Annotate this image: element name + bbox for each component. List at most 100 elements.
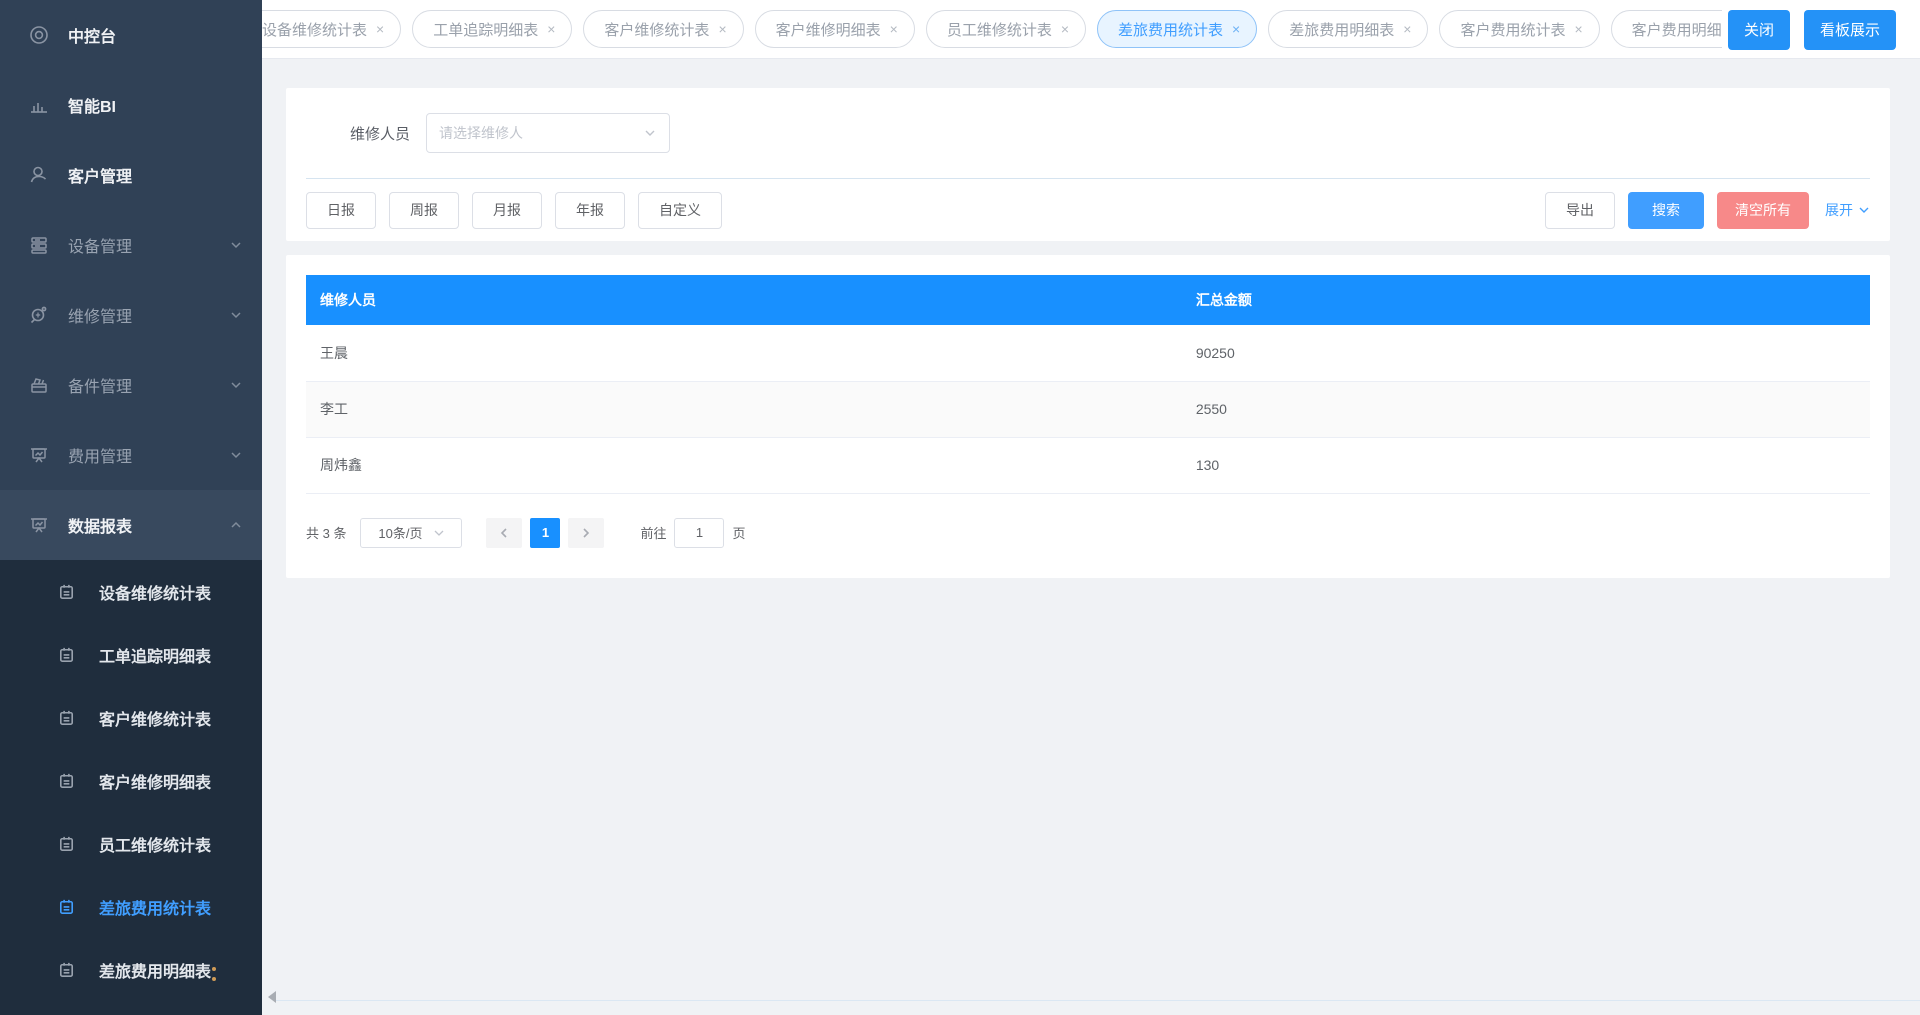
report-notebook-icon [57,582,77,602]
close-icon[interactable]: × [1232,22,1240,36]
sidebar-subitem-workorder-detail[interactable]: 工单追踪明细表 [0,623,262,686]
cell-repair-person: 周炜鑫 [306,437,1182,493]
sidebar-submenu-reports: 设备维修统计表 工单追踪明细表 客户维修统计表 客户维修明细表 员工维修统计表 [0,560,262,1015]
sidebar-item-label: 中控台 [68,23,242,47]
repair-person-label: 维修人员 [306,123,426,144]
report-notebook-icon [57,645,77,665]
custom-report-button[interactable]: 自定义 [638,192,722,229]
console-icon [28,24,50,46]
report-period-row: 日报 周报 月报 年报 自定义 导出 搜索 清空所有 展开 [306,179,1870,241]
sidebar-item-label: 维修管理 [68,303,230,327]
next-page-button[interactable] [568,518,604,548]
close-all-tabs-button[interactable]: 关闭 [1728,10,1790,50]
prev-page-button[interactable] [486,518,522,548]
scrollbar-track [276,1000,1920,1001]
horizontal-scrollbar[interactable] [262,991,1920,1001]
total-count-label: 共 3 条 [306,523,346,542]
daily-report-button[interactable]: 日报 [306,192,376,229]
chevron-down-icon [643,126,657,140]
export-button[interactable]: 导出 [1545,192,1615,229]
expand-label: 展开 [1825,200,1853,220]
sidebar-item-console[interactable]: 中控台 [0,0,262,70]
sidebar-subitem-employee-repair-stats[interactable]: 员工维修统计表 [0,812,262,875]
sidebar-item-customers[interactable]: 客户管理 [0,140,262,210]
search-button[interactable]: 搜索 [1628,192,1704,229]
tab-label: 设备维修统计表 [262,19,367,40]
tab-customer-repair-detail[interactable]: 客户维修明细表 × [755,10,915,48]
server-icon [28,234,50,256]
close-icon[interactable]: × [718,22,726,36]
chart-board-icon [28,514,50,536]
table-row: 王晨 90250 [306,325,1870,381]
cell-total-amount: 90250 [1182,325,1870,381]
tab-label: 员工维修统计表 [947,19,1052,40]
sidebar-item-bi[interactable]: 智能BI [0,70,262,140]
sidebar-item-devices[interactable]: 设备管理 [0,210,262,280]
expand-link[interactable]: 展开 [1825,200,1870,220]
close-icon[interactable]: × [547,22,555,36]
sidebar-item-label: 设备管理 [68,233,230,257]
tab-label: 工单追踪明细表 [433,19,538,40]
close-icon[interactable]: × [1403,22,1411,36]
tab-device-repair-stats[interactable]: 设备维修统计表 × [262,10,401,48]
sidebar-item-expenses[interactable]: 费用管理 [0,420,262,490]
table-header-row: 维修人员 汇总金额 [306,275,1870,325]
cell-total-amount: 2550 [1182,381,1870,437]
report-notebook-icon [57,834,77,854]
tab-label: 客户维修明细表 [776,19,881,40]
clear-all-button[interactable]: 清空所有 [1717,192,1809,229]
sidebar-subitem-travel-expense-stats[interactable]: 差旅费用统计表 [0,875,262,938]
sidebar-item-label: 费用管理 [68,443,230,467]
sidebar-subitem-travel-expense-detail[interactable]: 差旅费用明细表 [0,938,262,1001]
sidebar: 中控台 智能BI 客户管理 设备管理 维修管理 备件 [0,0,262,1015]
repair-person-select[interactable]: 请选择维修人 [426,113,670,153]
chevron-down-icon [230,239,242,251]
sidebar-subitem-label: 设备维修统计表 [99,580,211,604]
chevron-down-icon [230,309,242,321]
sidebar-item-reports[interactable]: 数据报表 [0,490,262,560]
sidebar-subitem-device-repair-stats[interactable]: 设备维修统计表 [0,560,262,623]
yearly-report-button[interactable]: 年报 [555,192,625,229]
report-notebook-icon [57,897,77,917]
column-header-repair-person: 维修人员 [306,275,1182,325]
toolbox-icon [28,374,50,396]
cell-repair-person: 李工 [306,381,1182,437]
sidebar-subitem-customer-repair-detail[interactable]: 客户维修明细表 [0,749,262,812]
page-size-select[interactable]: 10条/页 [360,518,462,548]
tab-employee-repair-stats[interactable]: 员工维修统计表 × [926,10,1086,48]
close-icon[interactable]: × [376,22,384,36]
tab-label: 客户费用明细表 [1632,19,1737,40]
page-number-active[interactable]: 1 [530,518,560,548]
dashboard-display-button[interactable]: 看板展示 [1804,10,1896,50]
tab-travel-expense-detail[interactable]: 差旅费用明细表 × [1268,10,1428,48]
close-icon[interactable]: × [890,22,898,36]
magnifier-gear-icon [28,304,50,326]
sidebar-subitem-label: 差旅费用明细表 [99,958,211,982]
sidebar-item-label: 智能BI [68,93,242,117]
chevron-left-icon [498,527,510,539]
sidebar-subitem-label: 客户维修明细表 [99,769,211,793]
report-notebook-icon [57,771,77,791]
filter-row: 维修人员 请选择维修人 [306,88,1870,178]
scroll-left-arrow-icon[interactable] [268,991,276,1003]
goto-page-input[interactable] [674,518,724,548]
pagination: 共 3 条 10条/页 1 前往 页 [306,518,1870,548]
close-icon[interactable]: × [1061,22,1069,36]
chevron-right-icon [580,527,592,539]
tab-customer-expense-stats[interactable]: 客户费用统计表 × [1439,10,1599,48]
sidebar-item-spareparts[interactable]: 备件管理 [0,350,262,420]
tabbar-actions: 关闭 看板展示 [1722,0,1896,59]
summary-table: 维修人员 汇总金额 王晨 90250 李工 2550 周炜鑫 130 [306,275,1870,494]
sidebar-subitem-customer-repair-stats[interactable]: 客户维修统计表 [0,686,262,749]
weekly-report-button[interactable]: 周报 [389,192,459,229]
tab-customer-repair-stats[interactable]: 客户维修统计表 × [583,10,743,48]
monthly-report-button[interactable]: 月报 [472,192,542,229]
close-icon[interactable]: × [1574,22,1582,36]
sidebar-item-repairs[interactable]: 维修管理 [0,280,262,350]
sidebar-subitem-label: 员工维修统计表 [99,832,211,856]
table-row: 李工 2550 [306,381,1870,437]
select-placeholder: 请选择维修人 [439,123,643,143]
table-row: 周炜鑫 130 [306,437,1870,493]
tab-workorder-detail[interactable]: 工单追踪明细表 × [412,10,572,48]
tab-travel-expense-stats[interactable]: 差旅费用统计表 × [1097,10,1257,48]
